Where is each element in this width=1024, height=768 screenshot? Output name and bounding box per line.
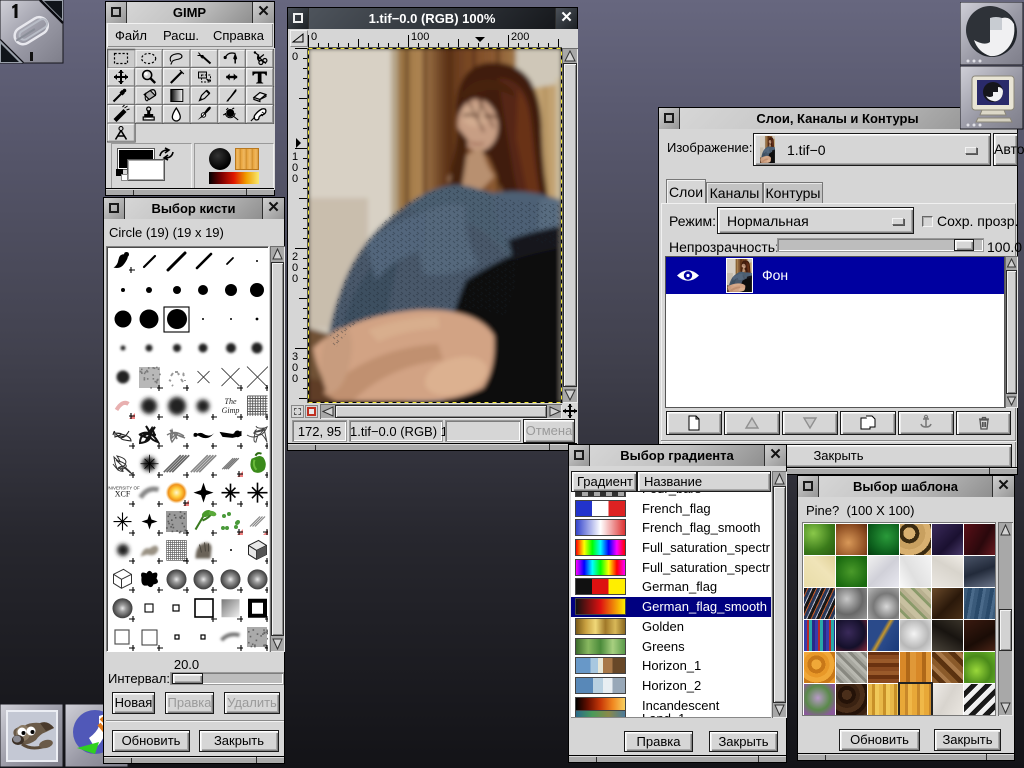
svg-text:100: 100 [411, 31, 429, 43]
svg-text:0: 0 [311, 31, 317, 43]
svg-text:XCF: XCF [115, 490, 131, 499]
svg-text:0: 0 [292, 51, 298, 63]
svg-text:0: 0 [292, 173, 298, 185]
svg-text:0: 0 [292, 373, 298, 385]
svg-text:Gimp: Gimp [222, 406, 240, 415]
svg-text:0: 0 [292, 273, 298, 285]
svg-text:200: 200 [511, 31, 529, 43]
svg-text:The: The [225, 397, 237, 406]
